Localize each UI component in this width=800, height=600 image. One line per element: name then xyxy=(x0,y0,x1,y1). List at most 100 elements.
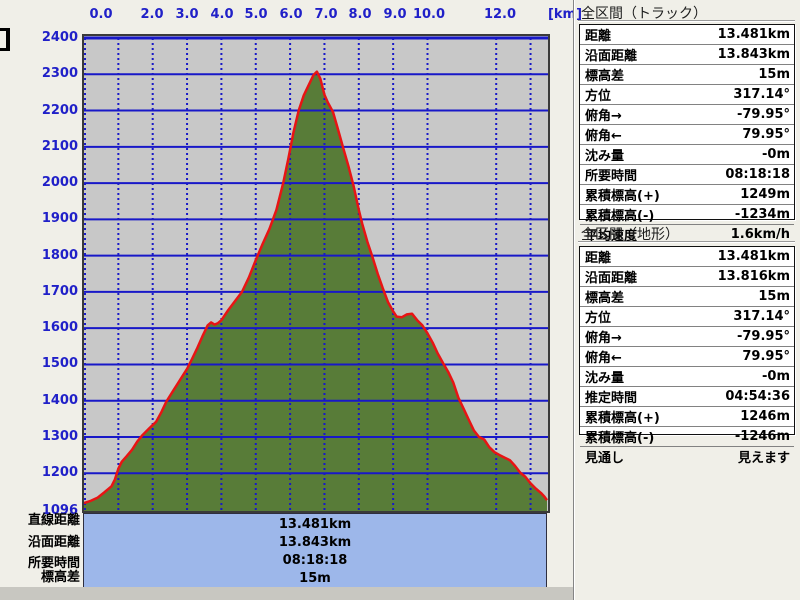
stat-label: 標高差 xyxy=(585,291,625,306)
stat-value: -0m xyxy=(762,147,790,162)
stat-value: 317.14° xyxy=(733,309,790,324)
y-axis-tick: 1900 xyxy=(41,211,78,227)
bottom-strip xyxy=(0,587,573,600)
summary-surface-distance: 13.843km xyxy=(278,535,352,550)
stat-value: -1246m xyxy=(734,429,790,444)
stat-value: 317.14° xyxy=(733,87,790,102)
stat-label: 沈み量 xyxy=(585,371,625,386)
stat-label: 沿面距離 xyxy=(585,271,638,286)
y-axis-tick: 2300 xyxy=(41,66,78,82)
y-axis-tick: 2100 xyxy=(41,138,78,154)
stat-label: 沈み量 xyxy=(585,149,625,164)
stats-table-terrain: 距離 13.481km 沿面距離 13.816km 標高差 15m 方位 317.14° 俯角→… xyxy=(579,246,795,466)
x-axis-tick: 7.0 xyxy=(314,7,338,22)
y-axis-tick: 1400 xyxy=(41,392,78,408)
stat-row: 累積標高(+) 1246m xyxy=(580,407,794,427)
summary-elevation-diff: 15m xyxy=(299,571,331,586)
stat-label: 方位 xyxy=(585,311,612,326)
stat-row: 累積標高(-) -1246m xyxy=(580,427,794,447)
stat-label: 累積標高(-) xyxy=(585,431,655,446)
stat-value: 13.816km xyxy=(717,269,790,284)
stat-value: 15m xyxy=(758,67,790,82)
elevation-chart-svg xyxy=(84,36,548,511)
stat-row: 沈み量 -0m xyxy=(580,367,794,387)
stat-label: 所要時間 xyxy=(585,169,638,184)
stat-label: 沿面距離 xyxy=(585,49,638,64)
stat-row: 俯角← 79.95° xyxy=(580,347,794,367)
elevation-plot[interactable] xyxy=(82,34,550,513)
stat-label: 累積標高(+) xyxy=(585,189,660,204)
stat-value: -1234m xyxy=(734,207,790,222)
stat-value: 08:18:18 xyxy=(725,167,790,182)
x-axis-tick: 5.0 xyxy=(244,7,268,22)
stat-value: 79.95° xyxy=(742,349,790,364)
y-axis-tick: 2400 xyxy=(41,30,78,45)
x-axis-tick: 6.0 xyxy=(279,7,303,22)
summary-value-box: 13.481km 13.843km 08:18:18 15m xyxy=(83,513,547,588)
stat-row: 沿面距離 13.816km xyxy=(580,267,794,287)
stat-row: 標高差 15m xyxy=(580,287,794,307)
summary-duration: 08:18:18 xyxy=(282,553,348,568)
app-window: 0.0 2.0 3.0 4.0 5.0 6.0 7.0 8.0 9.0 10.0 12.0 [km] … xyxy=(0,0,800,600)
stat-value: 13.481km xyxy=(717,27,790,42)
panel-title-terrain-underline xyxy=(578,241,795,242)
y-axis-tick: 2000 xyxy=(41,175,78,191)
stat-row: 沈み量 -0m xyxy=(580,145,794,165)
stat-row: 距離 13.481km xyxy=(580,247,794,267)
panel-title-track-underline xyxy=(578,20,795,21)
x-axis-tick: 9.0 xyxy=(383,7,407,22)
stat-label: 累積標高(-) xyxy=(585,209,655,224)
summary-label: 標高差 xyxy=(40,570,80,585)
y-axis-tick: 1500 xyxy=(41,356,78,372)
x-axis-tick: 12.0 xyxy=(483,7,517,22)
stat-row: 沿面距離 13.843km xyxy=(580,45,794,65)
stat-value: -79.95° xyxy=(736,329,790,344)
stat-label: 俯角→ xyxy=(585,109,622,124)
stat-row: 俯角→ -79.95° xyxy=(580,327,794,347)
summary-label: 沿面距離 xyxy=(27,535,80,550)
x-axis-tick: 10.0 xyxy=(412,7,446,22)
stat-row: 推定時間 04:54:36 xyxy=(580,387,794,407)
stat-value: 79.95° xyxy=(742,127,790,142)
stat-label: 俯角→ xyxy=(585,331,622,346)
stat-value: 1249m xyxy=(740,187,790,202)
x-axis-tick: 2.0 xyxy=(140,7,164,22)
y-axis-tick: 1700 xyxy=(41,283,78,299)
stat-value: 1246m xyxy=(740,409,790,424)
stat-value: -79.95° xyxy=(736,107,790,122)
stat-row: 累積標高(+) 1249m xyxy=(580,185,794,205)
stat-row: 累積標高(-) -1234m xyxy=(580,205,794,225)
x-axis-tick: 0.0 xyxy=(89,7,113,22)
summary-straight-distance: 13.481km xyxy=(278,517,352,532)
stat-label: 累積標高(+) xyxy=(585,411,660,426)
stat-label: 俯角← xyxy=(585,129,622,144)
stat-value: 13.481km xyxy=(717,249,790,264)
stat-row: 見通し 見えます xyxy=(580,447,794,466)
stat-label: 標高差 xyxy=(585,69,625,84)
stat-row: 標高差 15m xyxy=(580,65,794,85)
y-axis-tick: 1800 xyxy=(41,247,78,263)
stat-label: 見通し xyxy=(585,451,625,466)
y-axis-tick: 2200 xyxy=(41,102,78,118)
stat-value: 見えます xyxy=(737,451,790,466)
y-axis-tick: 1300 xyxy=(41,429,78,444)
stat-label: 俯角← xyxy=(585,351,622,366)
stat-label: 距離 xyxy=(585,251,612,266)
stat-row: 俯角→ -79.95° xyxy=(580,105,794,125)
stat-value: 13.843km xyxy=(717,47,790,62)
stat-row: 距離 13.481km xyxy=(580,25,794,45)
y-axis-tick: 1600 xyxy=(41,320,78,336)
x-axis-tick: 8.0 xyxy=(348,7,372,22)
stat-value: 04:54:36 xyxy=(725,389,790,404)
stat-value: -0m xyxy=(762,369,790,384)
stat-row: 俯角← 79.95° xyxy=(580,125,794,145)
stat-value: 15m xyxy=(758,289,790,304)
panel-divider-highlight xyxy=(574,0,575,600)
stat-value: 1.6km/h xyxy=(730,227,790,242)
y-axis-tick: 1200 xyxy=(41,465,78,481)
summary-label: 直線距離 xyxy=(27,513,80,528)
stats-table-track: 距離 13.481km 沿面距離 13.843km 標高差 15m 方位 317.14° 俯角→… xyxy=(579,24,795,244)
stat-label: 推定時間 xyxy=(585,391,638,406)
x-axis-tick: 3.0 xyxy=(175,7,199,22)
stat-row: 所要時間 08:18:18 xyxy=(580,165,794,185)
